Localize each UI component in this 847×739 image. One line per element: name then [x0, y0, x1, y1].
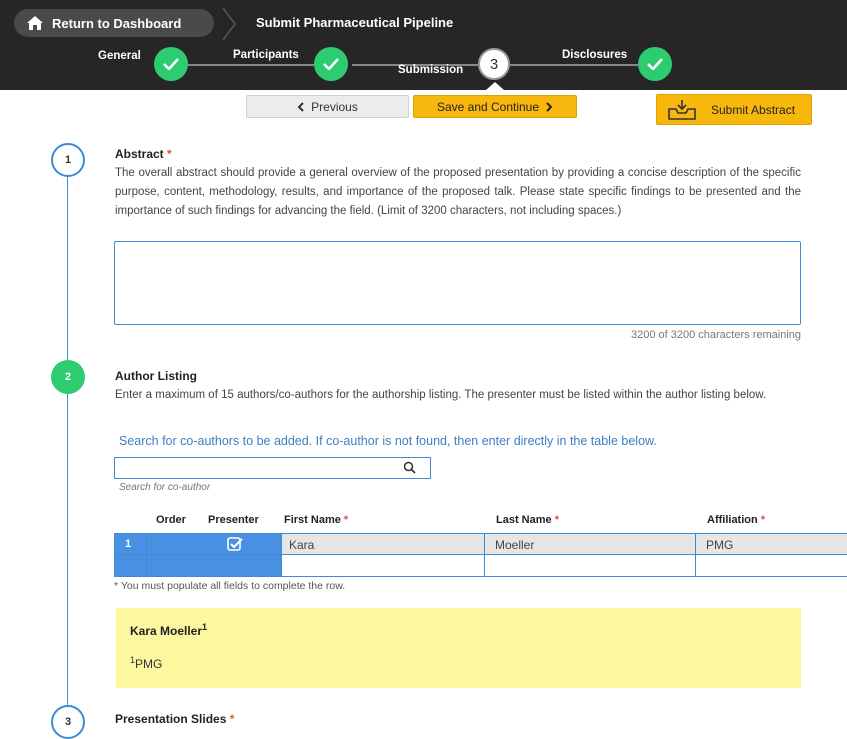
step-participants-label[interactable]: Participants	[233, 49, 299, 61]
coauthor-search-input[interactable]	[114, 457, 431, 479]
section-number-slides: 3	[51, 705, 85, 739]
page-title: Submit Pharmaceutical Pipeline	[256, 15, 454, 30]
preview-author-name-text: Kara Moeller	[130, 624, 203, 638]
preview-affiliation: 1PMG	[130, 655, 162, 671]
step-submission-number[interactable]: 3	[478, 48, 510, 80]
required-marker: *	[343, 514, 349, 526]
required-marker: *	[760, 514, 766, 526]
cell-divider	[146, 555, 147, 576]
previous-button-label: Previous	[311, 99, 358, 114]
step-connector	[188, 64, 314, 66]
top-navigation-bar: Return to Dashboard Submit Pharmaceutica…	[0, 0, 847, 90]
save-and-continue-button[interactable]: Save and Continue	[413, 95, 577, 118]
column-header-presenter: Presenter	[208, 514, 259, 526]
column-header-order: Order	[156, 514, 186, 526]
abstract-title: Abstract	[115, 147, 164, 161]
active-step-pointer	[486, 82, 504, 90]
breadcrumb-separator-icon	[222, 8, 236, 40]
home-icon	[27, 16, 43, 30]
abstract-heading: Abstract *	[115, 147, 172, 161]
submit-abstract-label: Submit Abstract	[711, 102, 796, 117]
author-listing-title: Author Listing	[115, 369, 197, 383]
save-button-label: Save and Continue	[436, 99, 540, 114]
affiliation-cell[interactable]: PMG	[706, 538, 733, 552]
cell-divider	[695, 555, 696, 576]
table-row[interactable]: 1 Kara Moeller PMG	[114, 533, 847, 555]
required-marker: *	[554, 514, 559, 526]
row-completion-note: * You must populate all fields to comple…	[114, 580, 346, 592]
return-to-dashboard-label: Return to Dashboard	[52, 15, 182, 31]
chevron-left-icon	[297, 101, 304, 112]
preview-author-superscript: 1	[202, 622, 208, 632]
abstract-textarea[interactable]	[114, 241, 801, 325]
author-listing-description: Enter a maximum of 15 authors/co-authors…	[115, 389, 767, 401]
step-disclosures-label[interactable]: Disclosures	[562, 49, 627, 61]
row-index: 1	[125, 538, 132, 550]
cell-divider	[695, 534, 696, 554]
timeline-line	[67, 168, 68, 378]
coauthor-search-note: Search for co-authors to be added. If co…	[119, 434, 657, 448]
cell-divider	[281, 534, 282, 554]
timeline-line	[67, 392, 68, 708]
last-name-cell[interactable]: Moeller	[495, 538, 534, 552]
step-general-label[interactable]: General	[98, 50, 141, 62]
author-preview-box: Kara Moeller1 1PMG	[116, 608, 801, 688]
character-count: 3200 of 3200 characters remaining	[631, 329, 801, 341]
cell-divider	[281, 555, 282, 576]
search-icon[interactable]	[403, 461, 416, 474]
abstract-description: The overall abstract should provide a ge…	[115, 167, 801, 217]
section-number-abstract: 1	[51, 143, 85, 177]
step-connector	[510, 64, 638, 66]
required-marker: *	[229, 712, 235, 726]
slides-heading: Presentation Slides *	[115, 712, 234, 726]
slides-title: Presentation Slides	[115, 712, 227, 726]
step-disclosures-check-icon[interactable]	[638, 47, 672, 81]
required-marker: *	[167, 147, 172, 161]
step-general-check-icon[interactable]	[154, 47, 188, 81]
table-row-empty[interactable]	[114, 555, 847, 577]
cell-divider	[146, 534, 147, 554]
preview-author-name: Kara Moeller1	[130, 622, 207, 638]
order-presenter-cell[interactable]	[147, 534, 281, 554]
chevron-right-icon	[546, 101, 553, 112]
return-to-dashboard-button[interactable]: Return to Dashboard	[14, 9, 214, 37]
row-index-cell	[114, 555, 146, 576]
step-submission-label[interactable]: Submission	[398, 64, 463, 76]
inbox-download-icon	[668, 99, 696, 120]
column-header-last-name: Last Name *	[496, 514, 559, 526]
first-name-cell[interactable]: Kara	[289, 538, 314, 552]
cell-divider	[484, 534, 485, 554]
last-name-header-label: Last Name	[496, 514, 552, 526]
presenter-checkbox-icon[interactable]	[227, 537, 243, 551]
step-participants-check-icon[interactable]	[314, 47, 348, 81]
cell-divider	[484, 555, 485, 576]
row-index-cell: 1	[114, 534, 146, 554]
first-name-header-label: First Name	[284, 514, 341, 526]
column-header-first-name: First Name *	[284, 514, 348, 526]
previous-button[interactable]: Previous	[246, 95, 409, 118]
affiliation-header-label: Affiliation	[707, 514, 758, 526]
preview-affiliation-text: PMG	[135, 657, 163, 671]
column-header-affiliation: Affiliation *	[707, 514, 765, 526]
submit-abstract-button[interactable]: Submit Abstract	[656, 94, 812, 125]
section-number-authors: 2	[51, 360, 85, 394]
order-presenter-cell[interactable]	[147, 555, 281, 576]
coauthor-search-hint: Search for co-author	[119, 482, 211, 493]
